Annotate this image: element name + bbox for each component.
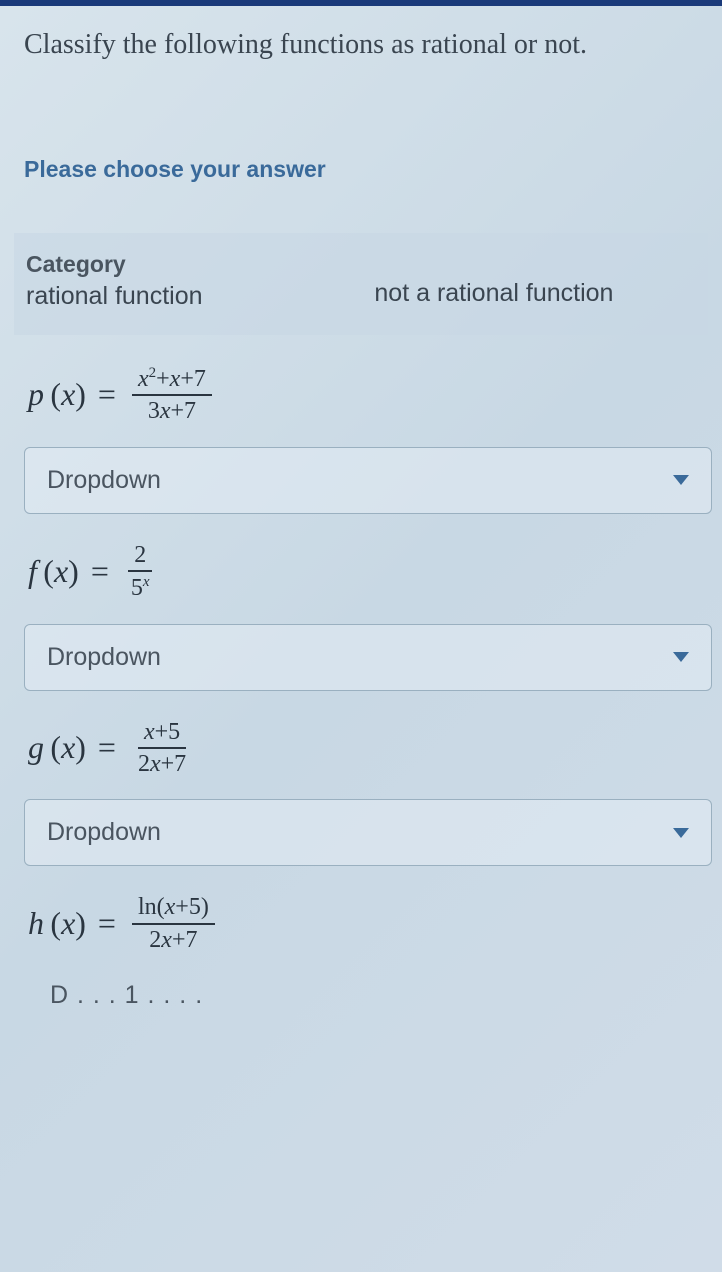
question-text: Classify the following functions as rati… bbox=[24, 24, 698, 66]
content-area: Classify the following functions as rati… bbox=[0, 6, 722, 1004]
variable: x bbox=[61, 376, 75, 413]
category-left: Category rational function bbox=[26, 251, 374, 311]
fraction: ln(x+5) 2x+7 bbox=[132, 894, 215, 953]
paren-close: ) bbox=[75, 905, 86, 942]
chevron-down-icon bbox=[673, 828, 689, 838]
cutoff-dropdown[interactable]: D . . . 1 . . . . bbox=[24, 981, 698, 1010]
dropdown-g[interactable]: Dropdown bbox=[24, 799, 712, 866]
equals: = bbox=[98, 905, 116, 942]
equation-f: f ( x ) = 2 5x bbox=[24, 542, 698, 602]
denominator: 2x+7 bbox=[143, 925, 203, 953]
function-h: h ( x ) = ln(x+5) 2x+7 bbox=[24, 894, 698, 953]
function-g: g ( x ) = x+5 2x+7 Dropdown bbox=[24, 719, 698, 867]
fn-name: g bbox=[28, 729, 44, 766]
numerator: ln(x+5) bbox=[132, 894, 215, 924]
dropdown-label: Dropdown bbox=[47, 466, 161, 495]
variable: x bbox=[61, 729, 75, 766]
denominator: 3x+7 bbox=[142, 396, 202, 424]
numerator: 2 bbox=[128, 542, 152, 572]
dropdown-label: Dropdown bbox=[47, 643, 161, 672]
numerator: x2+x+7 bbox=[132, 365, 212, 396]
variable: x bbox=[61, 905, 75, 942]
dropdown-f[interactable]: Dropdown bbox=[24, 624, 712, 691]
function-f: f ( x ) = 2 5x Dropdown bbox=[24, 542, 698, 691]
chevron-down-icon bbox=[673, 475, 689, 485]
fn-name: p bbox=[28, 376, 44, 413]
function-p: p ( x ) = x2+x+7 3x+7 Dropdown bbox=[24, 365, 698, 514]
paren-open: ( bbox=[37, 553, 54, 590]
dropdown-p[interactable]: Dropdown bbox=[24, 447, 712, 514]
fn-name: f bbox=[28, 553, 37, 590]
paren-open: ( bbox=[44, 376, 61, 413]
equation-h: h ( x ) = ln(x+5) 2x+7 bbox=[24, 894, 698, 953]
equation-p: p ( x ) = x2+x+7 3x+7 bbox=[24, 365, 698, 425]
paren-open: ( bbox=[44, 729, 61, 766]
fn-name: h bbox=[28, 905, 44, 942]
dropdown-label: Dropdown bbox=[47, 818, 161, 847]
equals: = bbox=[98, 376, 116, 413]
fraction: x2+x+7 3x+7 bbox=[132, 365, 212, 425]
equals: = bbox=[98, 729, 116, 766]
fraction: x+5 2x+7 bbox=[132, 719, 192, 778]
paren-open: ( bbox=[44, 905, 61, 942]
fraction: 2 5x bbox=[125, 542, 156, 602]
category-label: Category bbox=[26, 251, 374, 278]
denominator: 2x+7 bbox=[132, 749, 192, 777]
equals: = bbox=[91, 553, 109, 590]
category-rational: rational function bbox=[26, 282, 374, 311]
paren-close: ) bbox=[68, 553, 79, 590]
numerator: x+5 bbox=[138, 719, 186, 749]
category-not-rational: not a rational function bbox=[374, 251, 613, 311]
equation-g: g ( x ) = x+5 2x+7 bbox=[24, 719, 698, 778]
chevron-down-icon bbox=[673, 652, 689, 662]
variable: x bbox=[54, 553, 68, 590]
category-header: Category rational function not a rationa… bbox=[14, 233, 708, 335]
paren-close: ) bbox=[75, 376, 86, 413]
paren-close: ) bbox=[75, 729, 86, 766]
choose-answer-prompt: Please choose your answer bbox=[24, 156, 698, 183]
denominator: 5x bbox=[125, 572, 156, 601]
